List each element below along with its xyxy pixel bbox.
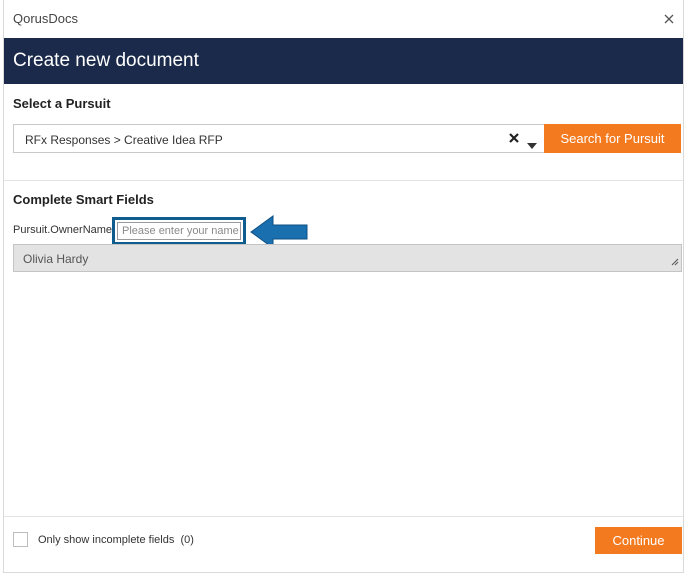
field-hint-text: Please enter your name — [117, 222, 241, 240]
section-divider — [4, 180, 683, 181]
complete-smart-fields-heading: Complete Smart Fields — [13, 192, 154, 207]
footer-divider — [4, 516, 683, 517]
app-title: QorusDocs — [13, 11, 79, 26]
resize-handle-icon[interactable] — [671, 255, 679, 269]
pursuit-select[interactable]: RFx Responses > Creative Idea RFP — [13, 124, 545, 153]
field-hint-highlight: Please enter your name — [112, 217, 246, 245]
search-for-pursuit-button[interactable]: Search for Pursuit — [544, 124, 681, 153]
incomplete-count: (0) — [180, 534, 194, 546]
title-bar: QorusDocs — [4, 0, 683, 38]
chevron-down-icon[interactable] — [527, 136, 537, 154]
incomplete-fields-label: Only show incomplete fields (0) — [38, 534, 194, 546]
select-pursuit-heading: Select a Pursuit — [13, 96, 111, 111]
page-title: Create new document — [13, 50, 199, 71]
pursuit-selected-value: RFx Responses > Creative Idea RFP — [25, 133, 223, 147]
dialog-window: QorusDocs Create new document Select a P… — [3, 0, 684, 573]
owner-name-value: Olivia Hardy — [23, 252, 89, 266]
owner-name-input[interactable]: Olivia Hardy — [13, 244, 682, 272]
clear-icon[interactable] — [508, 131, 520, 149]
continue-button[interactable]: Continue — [595, 527, 682, 554]
owner-name-field-label: Pursuit.OwnerName — [13, 224, 113, 236]
incomplete-fields-checkbox[interactable] — [13, 532, 28, 547]
close-icon[interactable] — [663, 13, 675, 25]
checkbox-label-text: Only show incomplete fields — [38, 534, 175, 546]
dialog-header: Create new document — [4, 38, 683, 84]
